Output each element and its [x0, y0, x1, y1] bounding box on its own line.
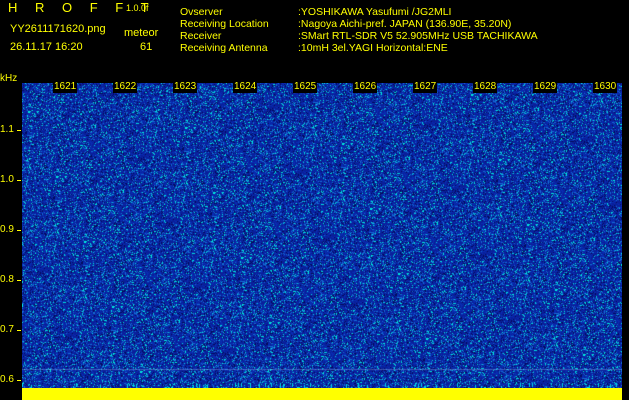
time-label: 1621 — [53, 81, 78, 93]
info-observer-row: Ovserver :YOSHIKAWA Yasufumi /JG2MLI — [180, 6, 451, 18]
info-value: :10mH 3el.YAGI Horizontal:ENE — [298, 42, 448, 54]
yaxis-tick — [17, 380, 21, 381]
spectrogram-waterfall — [22, 83, 622, 400]
yaxis-label: 0.8 — [0, 274, 14, 285]
info-location-row: Receiving Location :Nagoya Aichi-pref. JA… — [180, 18, 511, 30]
time-label: 1630 — [593, 81, 618, 93]
yaxis-label: 0.9 — [0, 224, 14, 235]
time-label: 1626 — [353, 81, 378, 93]
time-label: 1625 — [293, 81, 318, 93]
info-receiver-row: Receiver :SMart RTL-SDR V5 52.905MHz USB … — [180, 30, 538, 42]
time-label: 1622 — [113, 81, 138, 93]
yaxis-label: 1.0 — [0, 174, 14, 185]
info-value: :SMart RTL-SDR V5 52.905MHz USB TACHIKAW… — [298, 30, 538, 42]
yaxis-unit-label: kHz — [0, 73, 18, 84]
info-value: :YOSHIKAWA Yasufumi /JG2MLI — [298, 6, 452, 18]
yaxis-tick — [17, 180, 21, 181]
time-label: 1623 — [173, 81, 198, 93]
yaxis-label: 1.1 — [0, 124, 14, 135]
info-key: Receiver — [180, 30, 222, 42]
event-count-value: 61 — [140, 41, 153, 53]
yaxis-tick — [17, 230, 21, 231]
info-antenna-row: Receiving Antenna :10mH 3el.YAGI Horizont… — [180, 42, 448, 54]
info-key: Receiving Location — [180, 18, 269, 30]
time-label: 1627 — [413, 81, 438, 93]
yaxis-tick — [17, 130, 21, 131]
time-label: 1629 — [533, 81, 558, 93]
yaxis-tick — [17, 330, 21, 331]
signal-strip — [22, 388, 622, 400]
info-key: Ovserver — [180, 6, 223, 18]
time-label: 1624 — [233, 81, 258, 93]
datetime-label: 26.11.17 16:20 — [10, 41, 83, 53]
yaxis-label: 0.6 — [0, 374, 14, 385]
yaxis-label: 0.7 — [0, 324, 14, 335]
time-label: 1628 — [473, 81, 498, 93]
event-type-label: meteor — [124, 27, 159, 39]
info-key: Receiving Antenna — [180, 42, 268, 54]
spectrogram-canvas — [22, 83, 622, 400]
filename-label: YY2611171620.png — [10, 23, 106, 35]
yaxis-tick — [17, 280, 21, 281]
version-label: 1.0.0f — [126, 3, 149, 13]
info-value: :Nagoya Aichi-pref. JAPAN (136.90E, 35.2… — [298, 18, 512, 30]
